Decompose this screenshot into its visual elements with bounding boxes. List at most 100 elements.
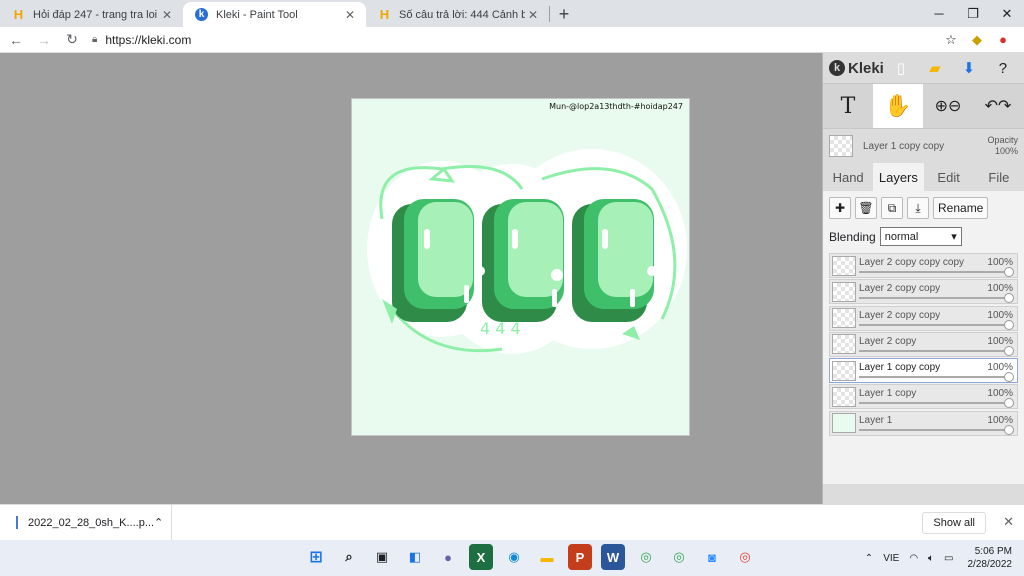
tab-layers[interactable]: Layers [873, 163, 924, 191]
opacity-slider-track[interactable] [859, 349, 1005, 352]
battery-icon[interactable]: ▭ [944, 553, 953, 564]
powerpoint-icon[interactable]: P [568, 544, 592, 570]
download-item[interactable]: 2022_02_28_0sh_K....p... ⌃ [0, 504, 172, 541]
tab-hoidap[interactable]: H Hỏi đáp 247 - trang tra loi ✕ [0, 2, 183, 27]
layer-row[interactable]: Layer 2 copy copy 100% [829, 305, 1018, 331]
word-icon[interactable]: W [601, 544, 625, 570]
download-icon[interactable]: ⬇ [952, 56, 986, 80]
layer-thumbnail [832, 255, 856, 276]
chevron-up-icon[interactable]: ⌃ [865, 553, 873, 564]
drawing-canvas[interactable]: Mun-@lop2a13thdth-#hoidap247 4 4 4 [351, 98, 690, 436]
layer-thumbnail [832, 281, 856, 302]
volume-icon[interactable]: 🔈︎ [928, 553, 934, 564]
minimize-icon[interactable]: ─ [922, 0, 956, 27]
opacity-slider-handle[interactable] [1004, 319, 1014, 330]
tab-file[interactable]: File [974, 163, 1024, 191]
teams-chat-icon[interactable]: ● [436, 544, 460, 570]
excel-icon[interactable]: X [469, 544, 493, 570]
layer-name: Layer 2 copy copy [859, 283, 941, 295]
opacity-slider-handle[interactable] [1004, 267, 1014, 277]
dropdown-arrow-icon: ▾ [951, 231, 957, 243]
save-icon[interactable]: ▰ [918, 56, 952, 80]
close-icon[interactable]: ✕ [525, 8, 541, 22]
undo-redo-icon[interactable]: ↶↷ [973, 84, 1023, 128]
zoom-icon[interactable]: ⊕⊖ [923, 84, 973, 128]
new-image-icon[interactable]: ▯ [884, 56, 918, 80]
panel-tabs: Hand Layers Edit File [823, 163, 1024, 191]
restore-icon[interactable]: ❐ [956, 0, 990, 27]
chrome-active-icon[interactable]: ◎ [733, 544, 757, 570]
download-bar: 2022_02_28_0sh_K....p... ⌃ Show all ✕ [0, 504, 1024, 541]
layer-row-selected[interactable]: Layer 1 copy copy 100% [829, 358, 1018, 384]
help-icon[interactable]: ? [986, 56, 1020, 80]
system-tray: ⌃ VIE ◠ 🔈︎ ▭ 5:06 PM 2/28/2022 [855, 540, 1012, 576]
hoidap-favicon-icon: H [13, 7, 24, 22]
opacity-slider-track[interactable] [859, 428, 1005, 431]
chevron-up-icon[interactable]: ⌃ [154, 516, 163, 529]
windows-start-icon[interactable]: ⊞ [304, 544, 328, 570]
opacity-slider-track[interactable] [859, 402, 1005, 405]
search-icon[interactable]: ⌕ [337, 544, 361, 570]
delete-layer-icon[interactable]: 🗑︎ [855, 197, 877, 219]
profile-icon[interactable]: ● [990, 32, 1016, 47]
extension-icon[interactable]: ◆ [964, 32, 990, 48]
opacity-slider-track[interactable] [859, 271, 1005, 273]
wifi-icon[interactable]: ◠ [909, 553, 918, 564]
opacity-slider-handle[interactable] [1004, 372, 1014, 383]
widgets-icon[interactable]: ◧ [403, 544, 427, 570]
windows-taskbar: ⊞ ⌕ ▣ ◧ ● X ◉ ▬ P W ◎ ◎ ◙ ◎ ⌃ VIE ◠ 🔈︎ ▭… [0, 540, 1024, 576]
opacity-slider-handle[interactable] [1004, 398, 1014, 409]
merge-down-icon[interactable]: ⤓ [907, 197, 929, 219]
edge-icon[interactable]: ◉ [502, 544, 526, 570]
blending-select[interactable]: normal ▾ [879, 227, 962, 246]
current-layer-info: Layer 1 copy copy Opacity 100% [823, 131, 1024, 161]
hand-tool-icon[interactable]: ✋ [873, 84, 923, 128]
forward-arrow-icon[interactable]: → [32, 28, 56, 52]
rename-button[interactable]: Rename [933, 197, 989, 219]
opacity-slider-handle[interactable] [1004, 424, 1014, 435]
svg-text:4 4 4: 4 4 4 [480, 319, 521, 338]
opacity-slider-track[interactable] [859, 323, 1005, 326]
zoom-app-icon[interactable]: ◙ [700, 544, 724, 570]
layer-list: Layer 2 copy copy copy 100% Layer 2 copy… [829, 253, 1018, 436]
close-window-icon[interactable]: ✕ [990, 0, 1024, 27]
layer-row[interactable]: Layer 2 copy copy 100% [829, 279, 1018, 305]
back-arrow-icon[interactable]: ← [4, 28, 28, 52]
close-icon[interactable]: ✕ [1003, 514, 1014, 530]
chrome-profile-icon[interactable]: ◎ [667, 544, 691, 570]
layer-row[interactable]: Layer 2 copy copy copy 100% [829, 253, 1018, 278]
task-view-icon[interactable]: ▣ [370, 544, 394, 570]
opacity-slider-track[interactable] [859, 376, 1005, 379]
url-text: https://kleki.com [105, 32, 192, 47]
add-layer-icon[interactable]: ✚ [829, 197, 851, 219]
close-icon[interactable]: ✕ [342, 8, 358, 22]
layer-name: Layer 1 copy [859, 388, 917, 400]
new-tab-button[interactable]: + [550, 2, 578, 27]
opacity-slider-handle[interactable] [1004, 293, 1014, 304]
show-all-button[interactable]: Show all [922, 512, 986, 534]
current-layer-opacity[interactable]: Opacity 100% [987, 135, 1018, 157]
tab-answers[interactable]: H Số câu trả lời: 444 Cảnh báo: 0 - ✕ [366, 2, 549, 27]
chrome-icon[interactable]: ◎ [634, 544, 658, 570]
text-tool-icon[interactable]: T [823, 84, 873, 128]
clock[interactable]: 5:06 PM 2/28/2022 [968, 545, 1013, 571]
duplicate-layer-icon[interactable]: ⧉ [881, 197, 903, 219]
file-explorer-icon[interactable]: ▬ [535, 544, 559, 570]
canvas-area[interactable]: Mun-@lop2a13thdth-#hoidap247 4 4 4 [0, 53, 822, 504]
layer-name: Layer 2 copy copy copy [859, 257, 965, 268]
kleki-logo[interactable]: k Kleki [829, 60, 884, 77]
tab-hand[interactable]: Hand [823, 163, 873, 191]
language-indicator[interactable]: VIE [883, 553, 899, 564]
tab-kleki[interactable]: k Kleki - Paint Tool ✕ [183, 2, 366, 27]
layer-thumbnail [832, 413, 856, 434]
opacity-slider-handle[interactable] [1004, 345, 1014, 356]
star-icon[interactable]: ☆ [938, 32, 964, 48]
layer-row[interactable]: Layer 1 100% [829, 410, 1018, 436]
layer-row[interactable]: Layer 1 copy 100% [829, 384, 1018, 410]
reload-icon[interactable]: ↻ [60, 28, 84, 52]
close-icon[interactable]: ✕ [159, 8, 175, 22]
layer-row[interactable]: Layer 2 copy 100% [829, 331, 1018, 357]
opacity-slider-track[interactable] [859, 297, 1005, 300]
address-bar[interactable]: 🔒︎ https://kleki.com [92, 29, 938, 51]
tab-edit[interactable]: Edit [924, 163, 974, 191]
